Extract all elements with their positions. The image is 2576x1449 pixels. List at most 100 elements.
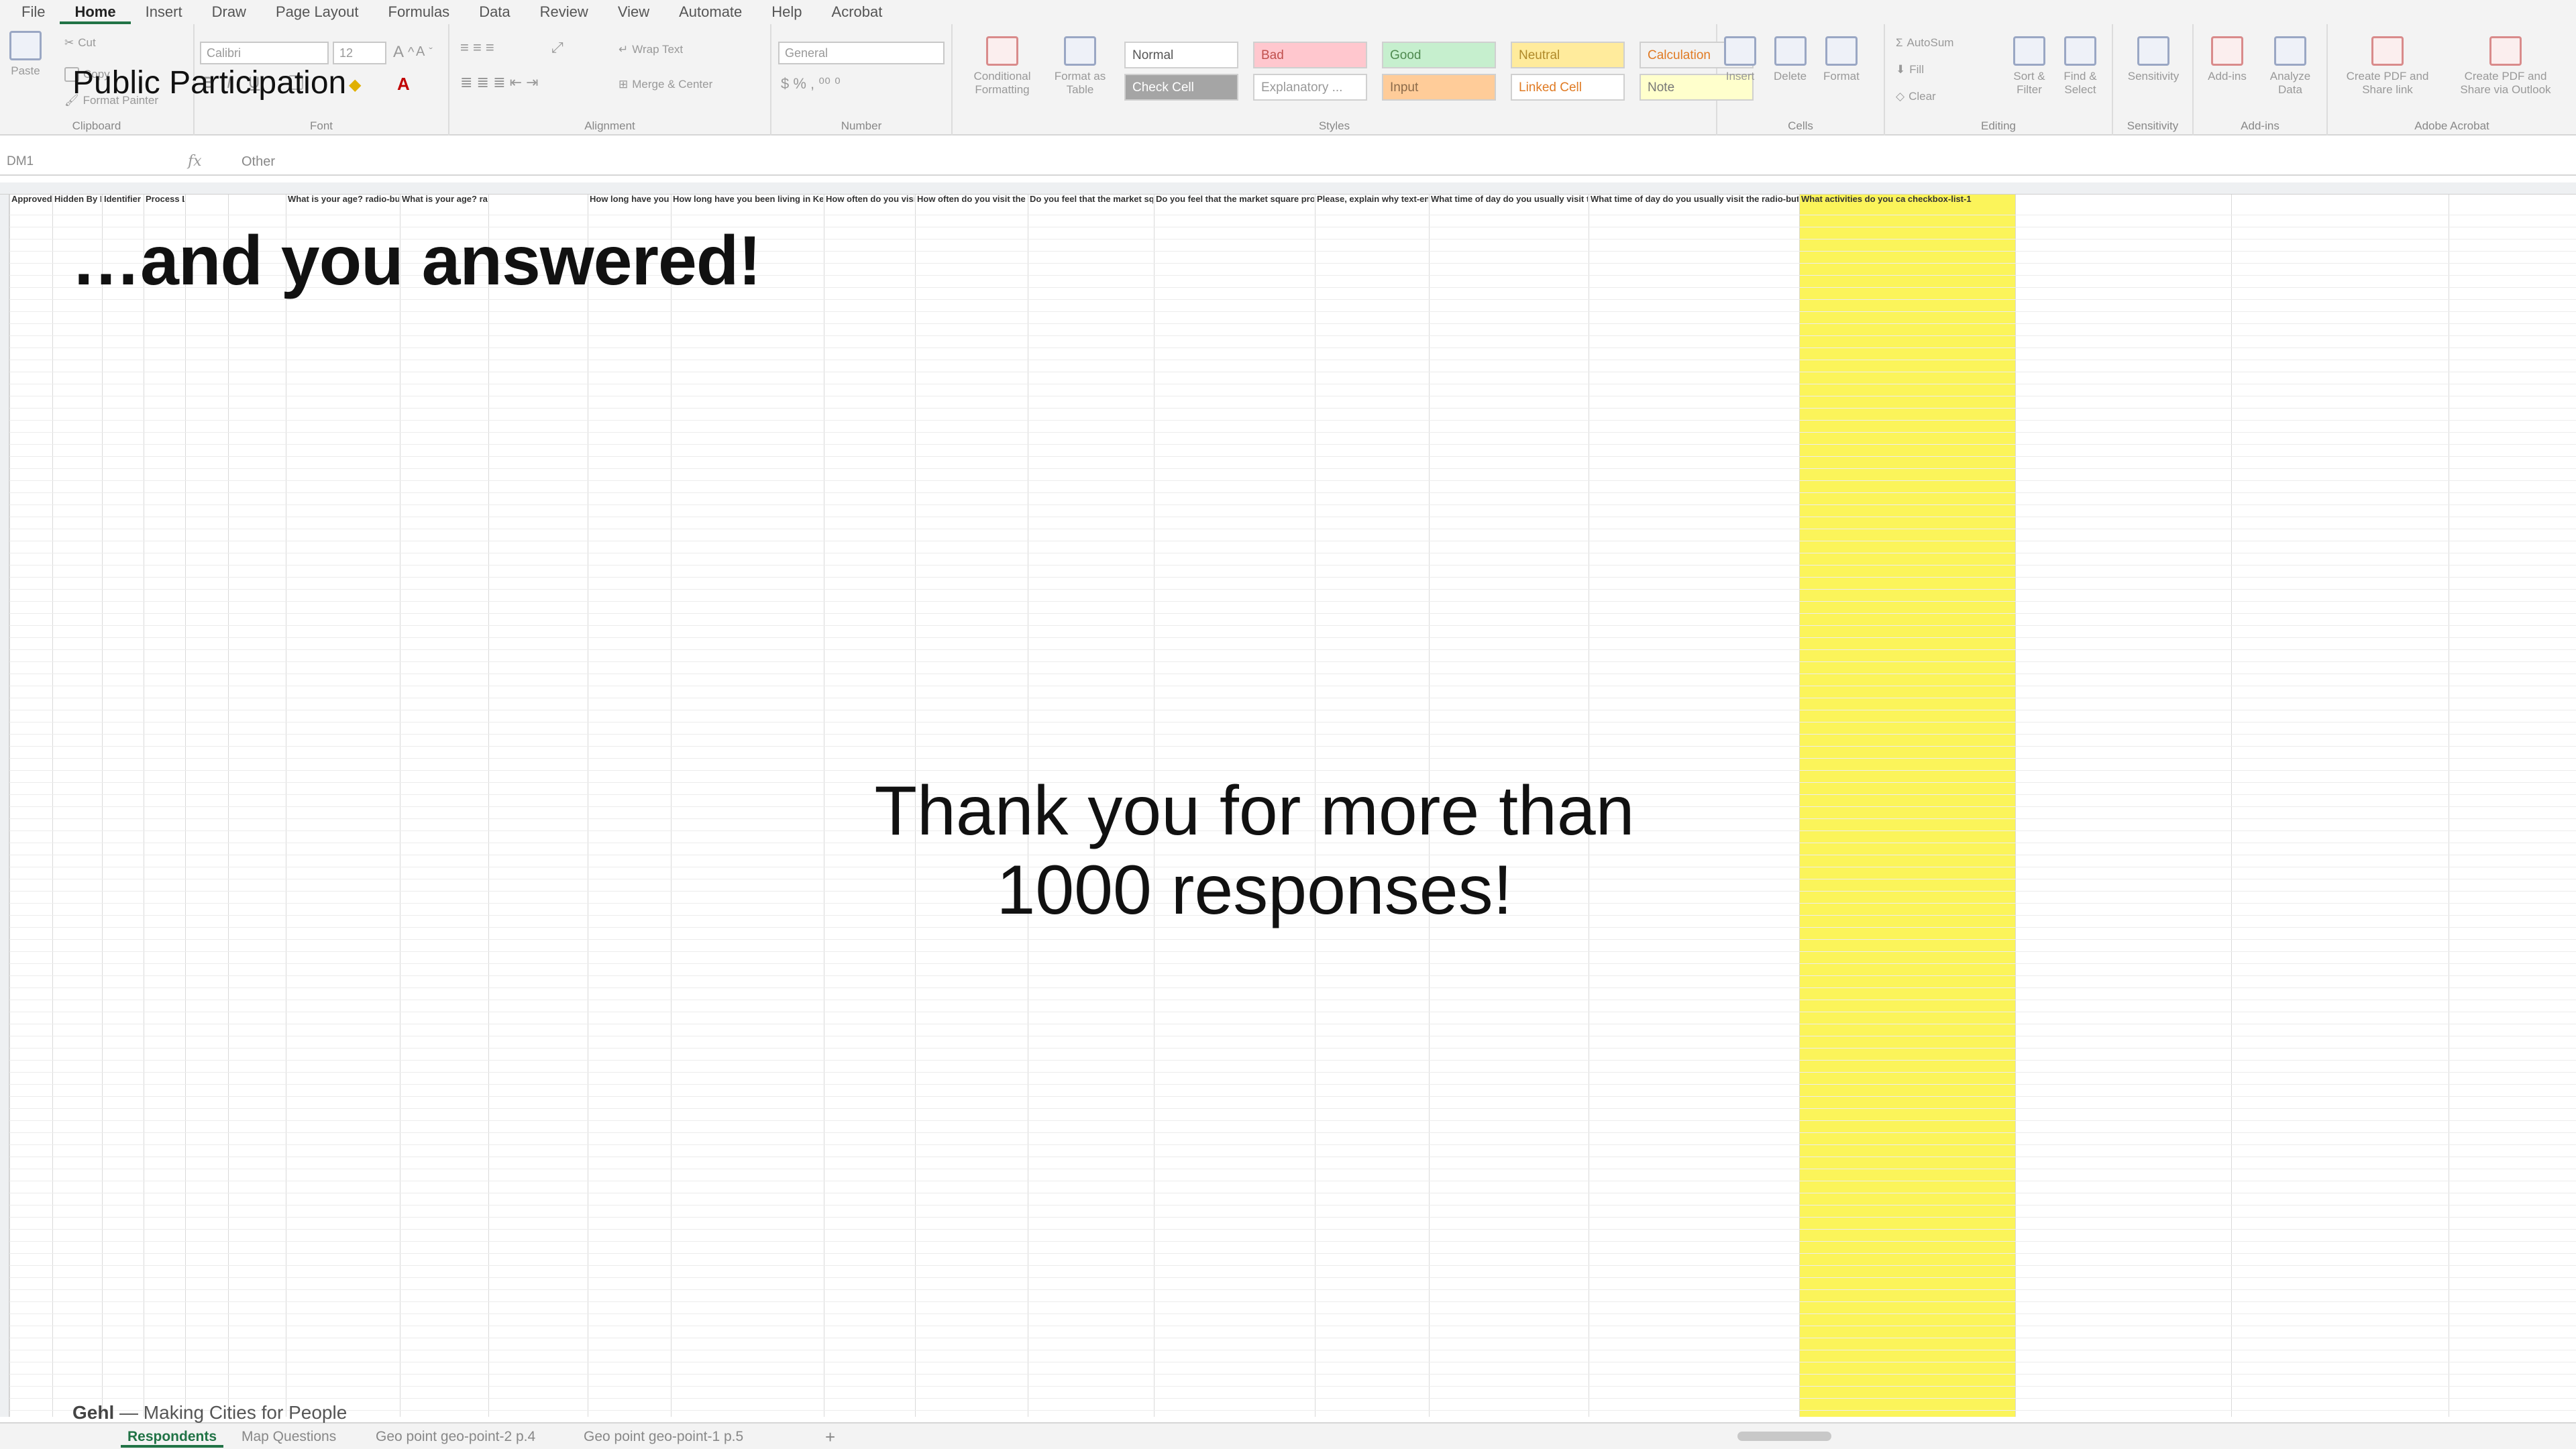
row-divider bbox=[9, 1108, 2576, 1109]
column-header-label[interactable]: What is your age? radio-button-list-1: n… bbox=[288, 195, 399, 204]
column-header-label[interactable]: What activities do you ca checkbox-list-… bbox=[1801, 195, 2015, 204]
sheet-tab-respondents[interactable]: Respondents bbox=[121, 1426, 224, 1448]
row-divider bbox=[9, 347, 2576, 348]
cell-style-6[interactable]: Explanatory ... bbox=[1253, 74, 1367, 101]
addins-button[interactable]: Add-ins bbox=[2200, 36, 2254, 83]
conditional-formatting-button[interactable]: Conditional Formatting bbox=[962, 36, 1042, 97]
insert-cells-button[interactable]: Insert bbox=[1724, 36, 1756, 83]
menu-acrobat[interactable]: Acrobat bbox=[817, 0, 898, 24]
row-divider bbox=[9, 323, 2576, 324]
column-header-label[interactable]: Hidden By Mode bbox=[54, 195, 101, 204]
font-color-button[interactable]: A bbox=[397, 74, 410, 95]
formula-bar: DM1 fx Other bbox=[0, 148, 2576, 176]
column-header-label[interactable]: How long have you been living in Ke radi… bbox=[673, 195, 823, 204]
column-header-label[interactable]: What time of day do you usually visit th… bbox=[1591, 195, 1799, 204]
menu-help[interactable]: Help bbox=[757, 0, 816, 24]
menu-view[interactable]: View bbox=[603, 0, 664, 24]
sheet-tab-map-questions[interactable]: Map Questions bbox=[235, 1426, 343, 1448]
clear-button[interactable]: ◇ Clear bbox=[1896, 90, 1936, 103]
sort-filter-button[interactable]: Sort & Filter bbox=[2006, 36, 2053, 97]
sheet-tab-geo-point-1[interactable]: Geo point geo-point-1 p.5 bbox=[577, 1426, 750, 1448]
insert-cells-icon bbox=[1724, 36, 1756, 66]
menu-formulas[interactable]: Formulas bbox=[374, 0, 465, 24]
create-pdf-outlook-button[interactable]: Create PDF and Share via Outlook bbox=[2449, 36, 2563, 97]
find-select-button[interactable]: Find & Select bbox=[2057, 36, 2104, 97]
cut-button[interactable]: ✂ Cut bbox=[64, 36, 96, 50]
paint-bucket-icon: ◆ bbox=[349, 76, 362, 94]
menu-review[interactable]: Review bbox=[525, 0, 603, 24]
row-divider bbox=[9, 1289, 2576, 1290]
align-top-icon[interactable]: ≡ ≡ ≡ bbox=[460, 39, 494, 56]
add-sheet-button[interactable]: + bbox=[818, 1426, 842, 1448]
row-divider bbox=[9, 492, 2576, 493]
fill-color-button[interactable]: ◆ bbox=[349, 75, 361, 95]
orientation-icon[interactable]: ⤢ bbox=[551, 39, 564, 56]
column-header-label[interactable]: Please, explain why text-entry-10 bbox=[1317, 195, 1428, 204]
brand-name: Gehl bbox=[72, 1402, 115, 1423]
column-header-label[interactable]: Process Langua bbox=[146, 195, 184, 204]
menu-bar: File Home Insert Draw Page Layout Formul… bbox=[0, 0, 2576, 24]
row-headers[interactable] bbox=[0, 195, 9, 1417]
function-icon[interactable]: fx bbox=[188, 150, 202, 173]
row-divider bbox=[9, 601, 2576, 602]
analyze-data-icon bbox=[2274, 36, 2306, 66]
paste-button[interactable]: Paste bbox=[9, 31, 42, 78]
row-divider bbox=[9, 1217, 2576, 1218]
column-headers[interactable] bbox=[0, 182, 2576, 195]
column-header-label[interactable]: Do you feel that the market square provi… bbox=[1030, 195, 1153, 204]
column-header-label[interactable]: Do you feel that the market square provi… bbox=[1156, 195, 1314, 204]
font-size-select[interactable]: 12 bbox=[333, 42, 386, 64]
wrap-text-button[interactable]: ↵ Wrap Text bbox=[619, 43, 683, 56]
row-divider bbox=[9, 311, 2576, 312]
delete-cells-button[interactable]: Delete bbox=[1774, 36, 1807, 83]
merge-center-button[interactable]: ⊞ Merge & Center bbox=[619, 78, 712, 91]
menu-data[interactable]: Data bbox=[464, 0, 525, 24]
number-format-icons[interactable]: $ % , ⁰⁰ ⁰ bbox=[781, 75, 841, 93]
menu-page-layout[interactable]: Page Layout bbox=[261, 0, 374, 24]
scissors-icon: ✂ bbox=[64, 36, 74, 49]
formula-input[interactable]: Other bbox=[241, 150, 275, 173]
row-divider bbox=[9, 649, 2576, 650]
format-as-table-button[interactable]: Format as Table bbox=[1046, 36, 1114, 97]
cell-style-3[interactable]: Neutral bbox=[1511, 42, 1625, 68]
editing-group: Σ AutoSum ⬇ Fill ◇ Clear Sort & Filter Find… bbox=[1885, 24, 2113, 136]
menu-automate[interactable]: Automate bbox=[664, 0, 757, 24]
number-format-select[interactable]: General bbox=[778, 42, 945, 64]
fill-button[interactable]: ⬇ Fill bbox=[1896, 63, 1924, 76]
horizontal-scrollbar[interactable] bbox=[1737, 1432, 1831, 1441]
column-header-label[interactable]: Approved By Mod bbox=[11, 195, 52, 204]
column-header-label[interactable]: What time of day do you usually visit th… bbox=[1431, 195, 1588, 204]
shrink-font-button[interactable]: Aˇ bbox=[416, 44, 433, 60]
analyze-data-button[interactable]: Analyze Data bbox=[2263, 36, 2317, 97]
row-divider bbox=[9, 734, 2576, 735]
row-divider bbox=[9, 468, 2576, 469]
sensitivity-button[interactable]: Sensitivity bbox=[2123, 36, 2184, 83]
column-header-label[interactable]: Identifier bbox=[104, 195, 143, 204]
menu-home[interactable]: Home bbox=[60, 0, 131, 24]
create-pdf-share-link-button[interactable]: Create PDF and Share link bbox=[2337, 36, 2438, 97]
cell-style-7[interactable]: Input bbox=[1382, 74, 1496, 101]
menu-insert[interactable]: Insert bbox=[131, 0, 197, 24]
menu-file[interactable]: File bbox=[7, 0, 60, 24]
cell-style-2[interactable]: Good bbox=[1382, 42, 1496, 68]
name-box[interactable]: DM1 bbox=[3, 150, 103, 173]
cell-style-8[interactable]: Linked Cell bbox=[1511, 74, 1625, 101]
row-divider bbox=[9, 1313, 2576, 1314]
cell-style-5[interactable]: Check Cell bbox=[1124, 74, 1238, 101]
cell-style-0[interactable]: Normal bbox=[1124, 42, 1238, 68]
autosum-button[interactable]: Σ AutoSum bbox=[1896, 36, 1953, 50]
acrobat-group: Create PDF and Share link Create PDF and… bbox=[2328, 24, 2576, 136]
font-name-select[interactable]: Calibri bbox=[200, 42, 329, 64]
column-header-label[interactable]: How long have you been living in Ke radi… bbox=[590, 195, 670, 204]
cell-style-1[interactable]: Bad bbox=[1253, 42, 1367, 68]
row-divider bbox=[9, 1084, 2576, 1085]
align-left-icon[interactable]: ≣ ≣ ≣ ⇤ ⇥ bbox=[460, 74, 539, 91]
menu-draw[interactable]: Draw bbox=[197, 0, 261, 24]
table-icon bbox=[1064, 36, 1096, 66]
grow-font-button[interactable]: A ^ bbox=[393, 43, 414, 62]
column-header-label[interactable]: How often do you visit the central marke… bbox=[826, 195, 914, 204]
column-header-label[interactable]: What is your age? radio-button-list-1: l… bbox=[402, 195, 488, 204]
format-cells-button[interactable]: Format bbox=[1823, 36, 1860, 83]
sheet-tab-geo-point-2[interactable]: Geo point geo-point-2 p.4 bbox=[369, 1426, 542, 1448]
column-header-label[interactable]: How often do you visit the central marke… bbox=[917, 195, 1027, 204]
